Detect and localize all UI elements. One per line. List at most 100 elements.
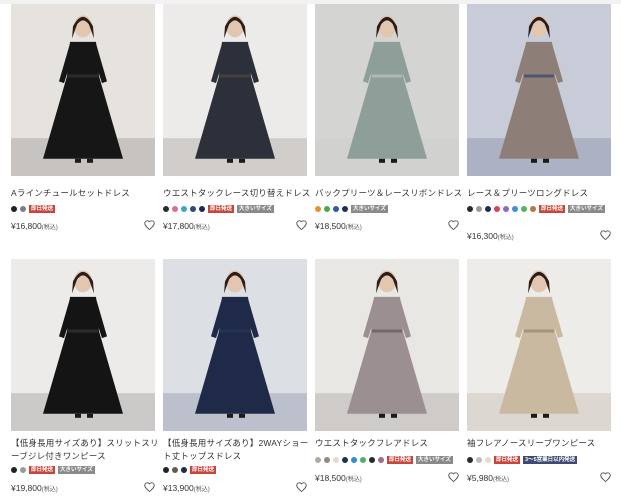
status-badge: 大きいサイズ	[568, 205, 605, 213]
product-name[interactable]: Aラインチュールセットドレス	[11, 187, 159, 200]
color-swatch[interactable]	[333, 457, 339, 463]
favorite-heart-icon[interactable]	[448, 220, 459, 230]
product-price: ¥18,500(税込)	[315, 221, 362, 231]
color-swatch[interactable]	[324, 457, 330, 463]
status-badge: 大きいサイズ	[237, 205, 274, 213]
product-meta: 即日発送 大きいサイズ	[467, 205, 615, 213]
price-value: ¥17,800	[163, 221, 194, 231]
product-name[interactable]: 【低身長用サイズあり】2WAYショート丈トップスドレス	[163, 437, 311, 463]
product-photo[interactable]	[467, 259, 611, 431]
color-swatch[interactable]	[530, 206, 536, 212]
color-swatch[interactable]	[181, 467, 187, 473]
product-photo[interactable]	[11, 259, 155, 431]
color-swatch[interactable]	[476, 457, 482, 463]
price-value: ¥18,500	[315, 221, 346, 231]
color-swatch[interactable]	[512, 206, 518, 212]
color-swatch[interactable]	[467, 206, 473, 212]
product-name[interactable]: 【低身長用サイズあり】スリットスリーブジレ付きワンピース	[11, 437, 159, 463]
product-name[interactable]: ウエストタックフレアドレス	[315, 437, 463, 450]
product-price: ¥16,300(税込)	[467, 231, 514, 241]
product-price: ¥13,900(税込)	[163, 483, 210, 493]
product-meta: 即日発送 3〜5営業日以内発送	[467, 456, 615, 464]
status-badge: 3〜5営業日以内発送	[523, 456, 578, 464]
tax-label: (税込)	[497, 235, 514, 241]
product-meta: 即日発送 大きいサイズ	[11, 466, 159, 474]
color-swatch[interactable]	[163, 206, 169, 212]
color-swatch[interactable]	[315, 457, 321, 463]
product-name[interactable]: ウエストタックレース切り替えドレス	[163, 187, 311, 200]
tax-label: (税込)	[193, 225, 210, 231]
status-badge: 即日発送	[539, 205, 566, 213]
status-badge: 即日発送	[494, 456, 521, 464]
status-badge: 大きいサイズ	[351, 205, 388, 213]
color-swatch[interactable]	[360, 457, 366, 463]
product-meta: 即日発送 大きいサイズ	[163, 205, 311, 213]
price-value: ¥13,900	[163, 483, 194, 493]
color-swatch[interactable]	[333, 206, 339, 212]
status-badge: 即日発送	[208, 205, 235, 213]
tax-label: (税込)	[345, 225, 362, 231]
color-swatch[interactable]	[172, 206, 178, 212]
price-value: ¥18,500	[315, 473, 346, 483]
favorite-heart-icon[interactable]	[600, 472, 611, 482]
favorite-heart-icon[interactable]	[296, 482, 307, 492]
product-photo[interactable]	[163, 4, 307, 176]
color-swatch[interactable]	[494, 206, 500, 212]
status-badge: 即日発送	[387, 456, 414, 464]
color-swatch[interactable]	[11, 467, 17, 473]
product-photo[interactable]	[11, 4, 155, 176]
product-name[interactable]: レース＆プリーツロングドレス	[467, 187, 615, 200]
color-swatch[interactable]	[181, 206, 187, 212]
product-meta: 即日発送	[163, 466, 311, 474]
favorite-heart-icon[interactable]	[600, 230, 611, 240]
color-swatch[interactable]	[521, 206, 527, 212]
price-value: ¥16,300	[467, 231, 498, 241]
product-price: ¥16,800(税込)	[11, 221, 58, 231]
color-swatch[interactable]	[342, 457, 348, 463]
color-swatch[interactable]	[190, 206, 196, 212]
status-badge: 即日発送	[190, 466, 217, 474]
status-badge: 大きいサイズ	[58, 466, 95, 474]
color-swatch[interactable]	[315, 206, 321, 212]
price-value: ¥5,980	[467, 473, 493, 483]
color-swatch[interactable]	[172, 467, 178, 473]
tax-label: (税込)	[41, 225, 58, 231]
color-swatch[interactable]	[476, 206, 482, 212]
product-price: ¥18,500(税込)	[315, 473, 362, 483]
favorite-heart-icon[interactable]	[144, 482, 155, 492]
product-name[interactable]: バックプリーツ＆レースリボンドレス	[315, 187, 463, 200]
tax-label: (税込)	[193, 487, 210, 493]
favorite-heart-icon[interactable]	[296, 220, 307, 230]
product-meta: 即日発送	[11, 205, 159, 213]
product-price: ¥17,800(税込)	[163, 221, 210, 231]
tax-label: (税込)	[493, 477, 509, 483]
price-value: ¥16,800	[11, 221, 42, 231]
color-swatch[interactable]	[467, 457, 473, 463]
color-swatch[interactable]	[324, 206, 330, 212]
color-swatch[interactable]	[485, 206, 491, 212]
tax-label: (税込)	[41, 487, 58, 493]
color-swatch[interactable]	[20, 467, 26, 473]
product-photo[interactable]	[467, 4, 611, 176]
product-photo[interactable]	[315, 259, 459, 431]
price-value: ¥19,800	[11, 483, 42, 493]
color-swatch[interactable]	[485, 457, 491, 463]
color-swatch[interactable]	[503, 206, 509, 212]
product-meta: 即日発送 大きいサイズ	[315, 456, 463, 464]
favorite-heart-icon[interactable]	[144, 220, 155, 230]
color-swatch[interactable]	[342, 206, 348, 212]
product-photo[interactable]	[315, 4, 459, 176]
status-badge: 即日発送	[29, 205, 56, 213]
color-swatch[interactable]	[163, 467, 169, 473]
color-swatch[interactable]	[369, 457, 375, 463]
color-swatch[interactable]	[199, 206, 205, 212]
color-swatch[interactable]	[11, 206, 17, 212]
product-photo[interactable]	[163, 259, 307, 431]
color-swatch[interactable]	[351, 457, 357, 463]
product-price: ¥5,980(税込)	[467, 473, 509, 483]
tax-label: (税込)	[345, 477, 362, 483]
product-name[interactable]: 袖フレアノースリーブワンピース	[467, 437, 615, 450]
color-swatch[interactable]	[20, 206, 26, 212]
favorite-heart-icon[interactable]	[448, 472, 459, 482]
color-swatch[interactable]	[378, 457, 384, 463]
